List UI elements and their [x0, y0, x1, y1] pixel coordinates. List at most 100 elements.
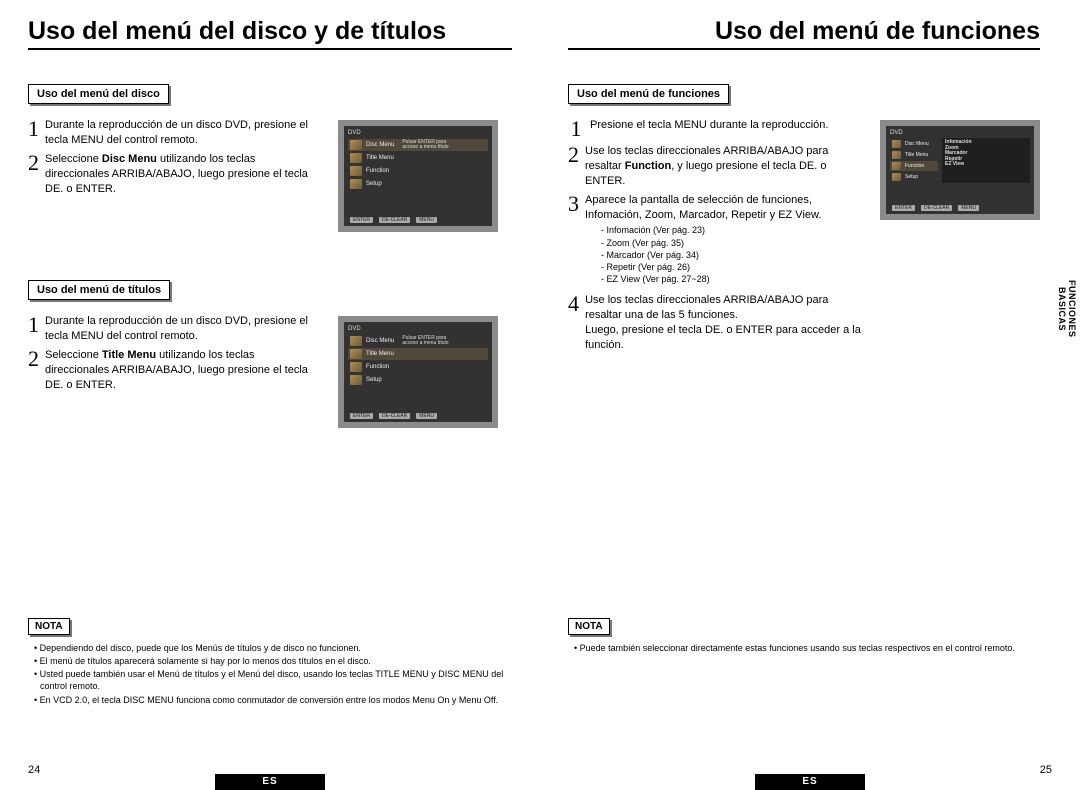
menu-row: Disc Menu Pulsar ENTER para acceso a men… [348, 335, 488, 347]
menu-icon [350, 336, 362, 346]
side-tab: FUNCIONES BASICAS [1056, 280, 1076, 338]
sublist-item: Marcador (Ver pág. 34) [601, 249, 862, 261]
screenshot-inner: DVD Disc Menu Title Menu Function Setup … [886, 126, 1034, 214]
step-number: 1 [28, 314, 39, 344]
bold-text: Title Menu [102, 349, 156, 361]
step-r1: 1 Presione el tecla MENU durante la repr… [568, 118, 862, 140]
osd-btn: DE-CLEAR [379, 217, 410, 223]
note-chip: NOTA [28, 618, 70, 635]
step-text: Presione el tecla MENU durante la reprod… [590, 118, 828, 140]
func-layout: Disc Menu Title Menu Function Setup Info… [890, 138, 1030, 183]
step-text: Seleccione Disc Menu utilizando los tecl… [45, 152, 320, 197]
menu-label: Setup [366, 377, 382, 383]
osd-btn: DE-CLEAR [921, 205, 952, 211]
screenshot-inner: DVD Disc Menu Pulsar ENTER para acceso a… [344, 126, 492, 226]
step-r3: 3 Aparece la pantalla de selección de fu… [568, 193, 862, 289]
note-item: El menú de títulos aparecerá solamente s… [34, 655, 512, 667]
step-text: Durante la reproducción de un disco DVD,… [45, 314, 320, 344]
menu-icon [892, 173, 901, 181]
function-sublist: Infomación (Ver pág. 23) Zoom (Ver pág. … [601, 224, 862, 285]
osd-buttons: ENTER DE-CLEAR MENU [892, 205, 1028, 211]
osd-btn: DE-CLEAR [379, 413, 410, 419]
menu-row-highlight: Title Menu [348, 348, 488, 360]
bold-text: Disc Menu [102, 153, 157, 165]
note-item: Puede también seleccionar directamente e… [574, 642, 1040, 654]
section-b-text: 1 Durante la reproducción de un disco DV… [28, 310, 320, 428]
caption-line: acceso a menu título [402, 341, 448, 347]
step-number: 1 [28, 118, 39, 148]
text: Luego, presione el tecla DE. o ENTER par… [585, 324, 861, 351]
text: Aparece la pantalla de selección de func… [585, 194, 821, 221]
menu-row: Title Menu [890, 150, 938, 160]
menu-row: Setup [348, 374, 488, 386]
bold-text: Function [625, 160, 671, 172]
step-r2: 2 Use los teclas direccionales ARRIBA/AB… [568, 144, 862, 189]
menu-row-highlight: Function [890, 161, 938, 171]
osd-buttons: ENTER DE-CLEAR MENU [350, 413, 486, 419]
step-number: 4 [568, 293, 579, 352]
note-item: Dependiendo del disco, puede que los Men… [34, 642, 512, 654]
lang-tab-right: ES [755, 774, 865, 790]
step-b2: 2 Seleccione Title Menu utilizando los t… [28, 348, 320, 393]
spread: Uso del menú del disco y de títulos Uso … [0, 0, 1080, 790]
menu-label: Disc Menu [366, 142, 394, 148]
step-b1: 1 Durante la reproducción de un disco DV… [28, 314, 320, 344]
menu-label: Title Menu [905, 152, 928, 158]
menu-caption: Pulsar ENTER para acceso a menu título [402, 336, 448, 347]
note-chip: NOTA [568, 618, 610, 635]
screenshot-function-menu: DVD Disc Menu Title Menu Function Setup … [880, 120, 1040, 220]
dvd-tag: DVD [890, 130, 903, 136]
dvd-tag: DVD [348, 130, 361, 136]
step-a1: 1 Durante la reproducción de un disco DV… [28, 118, 320, 148]
step-number: 2 [568, 144, 579, 189]
lang-tab-left: ES [215, 774, 325, 790]
func-item: EZ View [945, 162, 1027, 168]
menu-label: Setup [366, 181, 382, 187]
section-right-text: 1 Presione el tecla MENU durante la repr… [568, 114, 862, 356]
menu-icon [350, 375, 362, 385]
menu-icon [350, 179, 362, 189]
section-chip-functions: Uso del menú de funciones [568, 84, 729, 104]
menu-icon [350, 349, 362, 359]
step-number: 1 [568, 118, 584, 140]
menu-row: Function [348, 165, 488, 177]
step-text: Use los teclas direccionales ARRIBA/ABAJ… [585, 293, 862, 352]
step-text: Seleccione Title Menu utilizando los tec… [45, 348, 320, 393]
step-r4: 4 Use los teclas direccionales ARRIBA/AB… [568, 293, 862, 352]
notes-block-left: NOTA Dependiendo del disco, puede que lo… [28, 616, 512, 707]
section-chip-disc: Uso del menú del disco [28, 84, 169, 104]
sublist-item: Zoom (Ver pág. 35) [601, 237, 862, 249]
step-number: 2 [28, 152, 39, 197]
osd-btn: ENTER [892, 205, 915, 211]
left-page: Uso del menú del disco y de títulos Uso … [0, 0, 540, 790]
menu-label: Setup [905, 174, 918, 180]
menu-icon [350, 166, 362, 176]
dvd-tag: DVD [348, 326, 361, 332]
sublist-item: EZ View (Ver pág. 27~28) [601, 273, 862, 285]
step-text: Use los teclas direccionales ARRIBA/ABAJ… [585, 144, 862, 189]
menu-row: Function [348, 361, 488, 373]
step-text: Aparece la pantalla de selección de func… [585, 193, 862, 289]
right-page: Uso del menú de funciones Uso del menú d… [540, 0, 1080, 790]
note-list: Puede también seleccionar directamente e… [568, 642, 1040, 654]
section-a-row: 1 Durante la reproducción de un disco DV… [28, 114, 512, 232]
note-item: En VCD 2.0, el tecla DISC MENU funciona … [34, 694, 512, 706]
osd-btn: ENTER [350, 413, 373, 419]
menu-label: Function [366, 168, 389, 174]
step-number: 2 [28, 348, 39, 393]
menu-row: Setup [348, 178, 488, 190]
step-number: 3 [568, 193, 579, 289]
page-number-right: 25 [1040, 764, 1052, 776]
menu-icon [350, 362, 362, 372]
section-b-row: 1 Durante la reproducción de un disco DV… [28, 310, 512, 428]
text: Seleccione [45, 349, 102, 361]
screenshot-disc-menu: DVD Disc Menu Pulsar ENTER para acceso a… [338, 120, 498, 232]
step-text: Durante la reproducción de un disco DVD,… [45, 118, 320, 148]
menu-row: Disc Menu [890, 139, 938, 149]
menu-caption: Pulsar ENTER para acceso a menu título [402, 140, 448, 151]
menu-row: Title Menu [348, 152, 488, 164]
func-right-col: Infomación Zoom Marcador Repetir EZ View [942, 138, 1030, 183]
section-right-row: 1 Presione el tecla MENU durante la repr… [568, 114, 1040, 356]
osd-btn: MENU [416, 413, 437, 419]
menu-label: Function [905, 163, 924, 169]
